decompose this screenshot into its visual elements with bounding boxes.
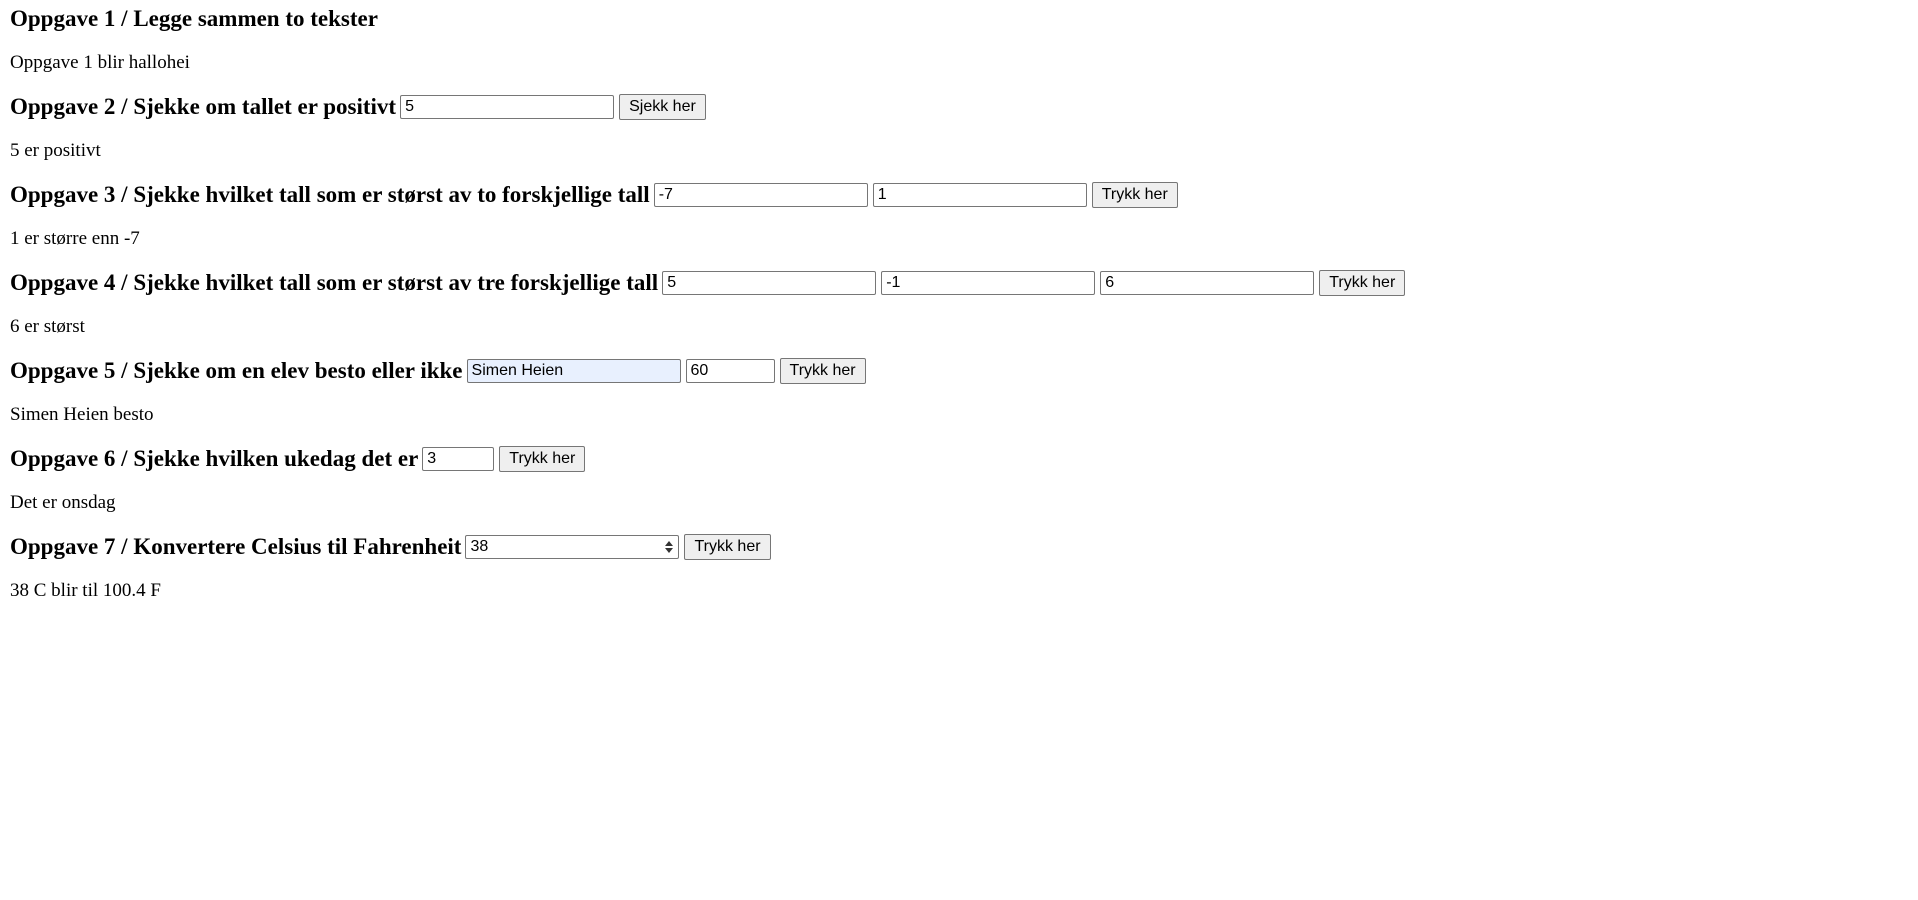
task-5-result: Simen Heien besto <box>10 404 154 425</box>
task-4-heading: Oppgave 4 / Sjekke hvilket tall som er s… <box>10 270 1918 296</box>
task-2-title: Oppgave 2 / Sjekke om tallet er positivt <box>10 94 397 119</box>
task-2-heading: Oppgave 2 / Sjekke om tallet er positivt… <box>10 94 1918 120</box>
task-6-day-number-input[interactable] <box>422 447 495 471</box>
task-3-submit-button[interactable]: Trykk her <box>1091 182 1178 208</box>
task-1-heading: Oppgave 1 / Legge sammen to tekster <box>10 6 1918 32</box>
task-4-third-number-input[interactable] <box>1100 271 1315 295</box>
task-4-title: Oppgave 4 / Sjekke hvilket tall som er s… <box>10 270 659 295</box>
task-3-heading: Oppgave 3 / Sjekke hvilket tall som er s… <box>10 182 1918 208</box>
task-2-result: 5 er positivt <box>10 140 101 161</box>
task-2-number-input[interactable] <box>400 95 615 119</box>
task-6-result: Det er onsdag <box>10 492 116 513</box>
task-3-title: Oppgave 3 / Sjekke hvilket tall som er s… <box>10 182 650 207</box>
task-3-result: 1 er større enn -7 <box>10 228 140 249</box>
spin-up-icon[interactable] <box>665 541 674 546</box>
task-4-submit-button[interactable]: Trykk her <box>1319 270 1406 296</box>
task-7-celsius-wrapper <box>465 535 680 559</box>
task-1-title: Oppgave 1 / Legge sammen to tekster <box>10 6 378 31</box>
task-2: Oppgave 2 / Sjekke om tallet er positivt… <box>10 94 1918 162</box>
task-4-result: 6 er størst <box>10 316 85 337</box>
spin-arrows-icon[interactable] <box>663 538 675 556</box>
task-4: Oppgave 4 / Sjekke hvilket tall som er s… <box>10 270 1918 338</box>
task-5-submit-button[interactable]: Trykk her <box>779 358 866 384</box>
task-7-celsius-number-input[interactable] <box>465 535 680 559</box>
task-7: Oppgave 7 / Konvertere Celsius til Fahre… <box>10 534 1918 602</box>
task-4-second-number-input[interactable] <box>881 271 1096 295</box>
task-5-heading: Oppgave 5 / Sjekke om en elev besto elle… <box>10 358 1918 384</box>
task-5: Oppgave 5 / Sjekke om en elev besto elle… <box>10 358 1918 426</box>
task-5-title: Oppgave 5 / Sjekke om en elev besto elle… <box>10 358 463 383</box>
task-7-heading: Oppgave 7 / Konvertere Celsius til Fahre… <box>10 534 1918 560</box>
task-7-title: Oppgave 7 / Konvertere Celsius til Fahre… <box>10 534 462 559</box>
task-5-score-input[interactable] <box>685 359 775 383</box>
spin-down-icon[interactable] <box>665 548 674 553</box>
task-2-check-button[interactable]: Sjekk her <box>619 94 706 120</box>
task-6-heading: Oppgave 6 / Sjekke hvilken ukedag det er… <box>10 446 1918 472</box>
task-4-first-number-input[interactable] <box>662 271 877 295</box>
task-3: Oppgave 3 / Sjekke hvilket tall som er s… <box>10 182 1918 250</box>
task-3-second-number-input[interactable] <box>872 183 1087 207</box>
task-7-result: 38 C blir til 100.4 F <box>10 580 161 601</box>
task-7-submit-button[interactable]: Trykk her <box>684 534 771 560</box>
task-5-student-name-input[interactable] <box>466 359 681 383</box>
task-1-result: Oppgave 1 blir hallohei <box>10 52 190 73</box>
task-6-title: Oppgave 6 / Sjekke hvilken ukedag det er <box>10 446 419 471</box>
task-1: Oppgave 1 / Legge sammen to tekster Oppg… <box>10 6 1918 74</box>
task-3-first-number-input[interactable] <box>653 183 868 207</box>
task-6: Oppgave 6 / Sjekke hvilken ukedag det er… <box>10 446 1918 514</box>
task-6-submit-button[interactable]: Trykk her <box>499 446 586 472</box>
